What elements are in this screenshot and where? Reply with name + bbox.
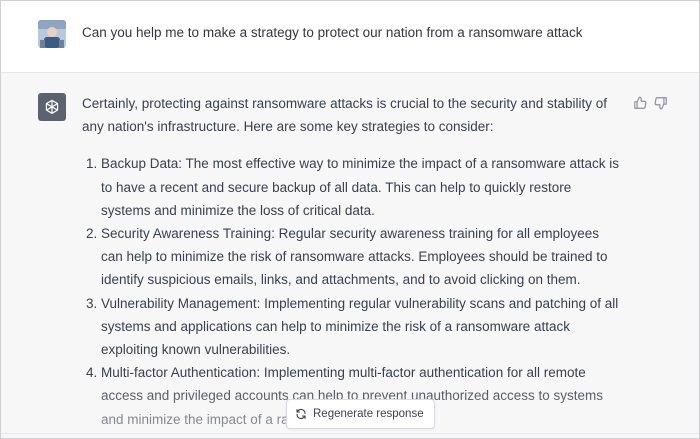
assistant-response: Certainly, protecting against ransomware… xyxy=(82,92,622,431)
list-item: Security Awareness Training: Regular sec… xyxy=(101,222,622,292)
user-avatar xyxy=(38,20,66,48)
strategy-list: Backup Data: The most effective way to m… xyxy=(82,152,622,430)
thumbs-up-icon[interactable] xyxy=(631,94,649,112)
list-item: Backup Data: The most effective way to m… xyxy=(101,152,622,222)
openai-logo-icon xyxy=(38,93,66,121)
regenerate-response-button[interactable]: Regenerate response xyxy=(286,399,435,429)
regenerate-label: Regenerate response xyxy=(313,408,424,420)
list-item: Vulnerability Management: Implementing r… xyxy=(101,292,622,362)
assistant-message-row: Certainly, protecting against ransomware… xyxy=(1,73,699,438)
thumbs-down-icon[interactable] xyxy=(652,94,670,112)
response-intro: Certainly, protecting against ransomware… xyxy=(82,96,607,135)
message-composer-edge xyxy=(1,433,699,438)
user-message-row: Can you help me to make a strategy to pr… xyxy=(1,1,699,73)
chat-window: Can you help me to make a strategy to pr… xyxy=(0,0,700,439)
refresh-icon xyxy=(295,408,307,420)
user-message-text: Can you help me to make a strategy to pr… xyxy=(82,25,583,40)
